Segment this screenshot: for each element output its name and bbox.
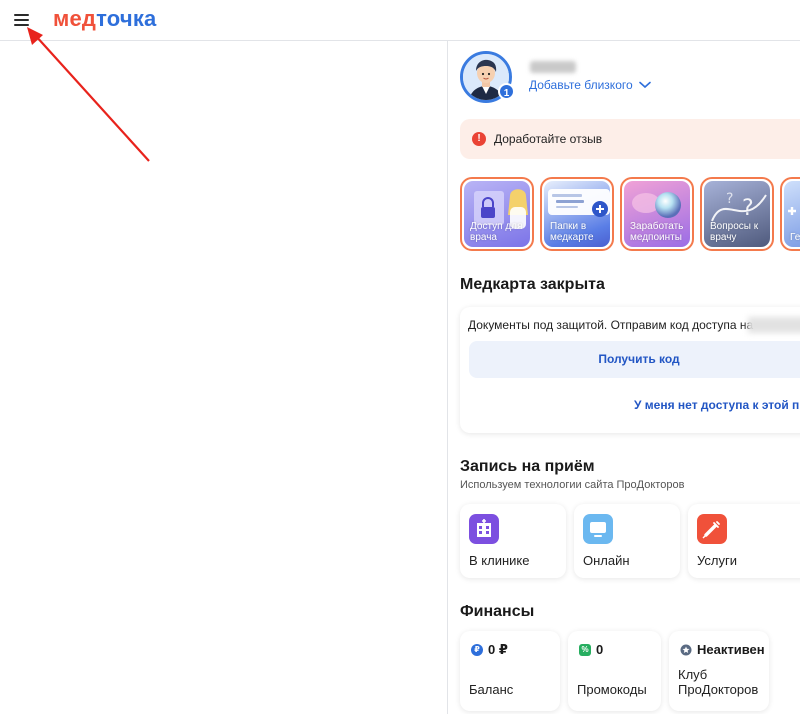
story-doctor-access[interactable]: Доступ для врача [460,177,534,251]
club-label-line2: ПроДокторов [678,682,759,697]
story-label: Папки в медкарте [550,221,594,243]
tile-in-clinic[interactable]: В клинике [460,504,566,578]
medcard-title: Медкарта закрыта [460,276,605,293]
logo-part-tochka: точка [96,6,157,31]
finance-promo-card[interactable]: % 0 Промокоды [568,631,661,711]
review-notice[interactable]: ! Доработайте отзыв [460,119,800,159]
review-notice-text: Доработайте отзыв [494,132,603,146]
club-gear-icon [680,644,692,655]
no-access-link[interactable]: У меня нет доступа к этой п [634,398,799,412]
menu-line [14,14,29,16]
menu-line [14,24,29,26]
avatar-count-badge: 1 [498,83,515,100]
balance-value: 0 ₽ [488,642,508,657]
finance-balance-card[interactable]: ₽0 ₽ Баланс [460,631,560,711]
username-blurred [530,61,576,73]
menu-line [14,19,29,21]
logo[interactable]: медточка [53,6,156,32]
svg-text:?: ? [742,196,754,221]
tile-services[interactable]: Услуги [688,504,800,578]
balance-label: Баланс [469,682,514,697]
tile-label: Онлайн [583,553,630,568]
finance-club-card[interactable]: Неактивен Клуб ПроДокторов [669,631,769,711]
warning-icon: ! [472,132,486,146]
hospital-icon [469,514,499,544]
monitor-icon [583,514,613,544]
promo-label: Промокоды [577,682,647,697]
ruble-coin-icon: ₽ [471,644,483,656]
story-questions-to-doctor[interactable]: ? ? Вопросы к врачу [700,177,774,251]
story-medcard-folders[interactable]: Папки в медкарте [540,177,614,251]
stories-row: Доступ для врача Папки в медкарте Зарабо… [460,177,800,251]
get-code-button[interactable]: Получить код [469,341,800,378]
medcard-card: Документы под защитой. Отправим код дост… [460,307,800,433]
phone-blurred [748,317,800,333]
syringe-icon [697,514,727,544]
tile-online[interactable]: Онлайн [574,504,680,578]
story-partial[interactable]: Ге... вр... [780,177,800,251]
appointment-subtitle: Используем технологии сайта ПроДокторов [460,479,685,491]
club-label-line1: Клуб [678,667,708,682]
appointment-title: Запись на приём [460,458,595,475]
tile-label: Услуги [697,553,737,568]
add-relative-label: Добавьте близкого [529,78,633,92]
add-relative-dropdown[interactable]: Добавьте близкого [529,78,651,92]
story-earn-medpoints[interactable]: Заработать медпоинты [620,177,694,251]
tile-label: В клинике [469,553,530,568]
club-status-value: Неактивен [697,642,765,657]
chevron-down-icon [638,81,651,89]
top-bar: медточка [0,0,800,41]
promo-value: 0 [596,642,604,657]
story-label: Доступ для врача [470,221,523,243]
story-label: Ге... вр... [790,232,800,243]
percent-icon: % [579,643,591,656]
story-label: Вопросы к врачу [710,221,759,243]
medcard-text: Документы под защитой. Отправим код дост… [468,318,754,332]
story-label: Заработать медпоинты [630,221,684,243]
svg-text:?: ? [726,191,733,207]
finance-title: Финансы [460,603,535,620]
right-panel: 1 Добавьте близкого ! Доработайте отзыв … [448,41,800,714]
hamburger-menu-button[interactable] [10,9,34,31]
logo-part-med: мед [53,6,97,31]
